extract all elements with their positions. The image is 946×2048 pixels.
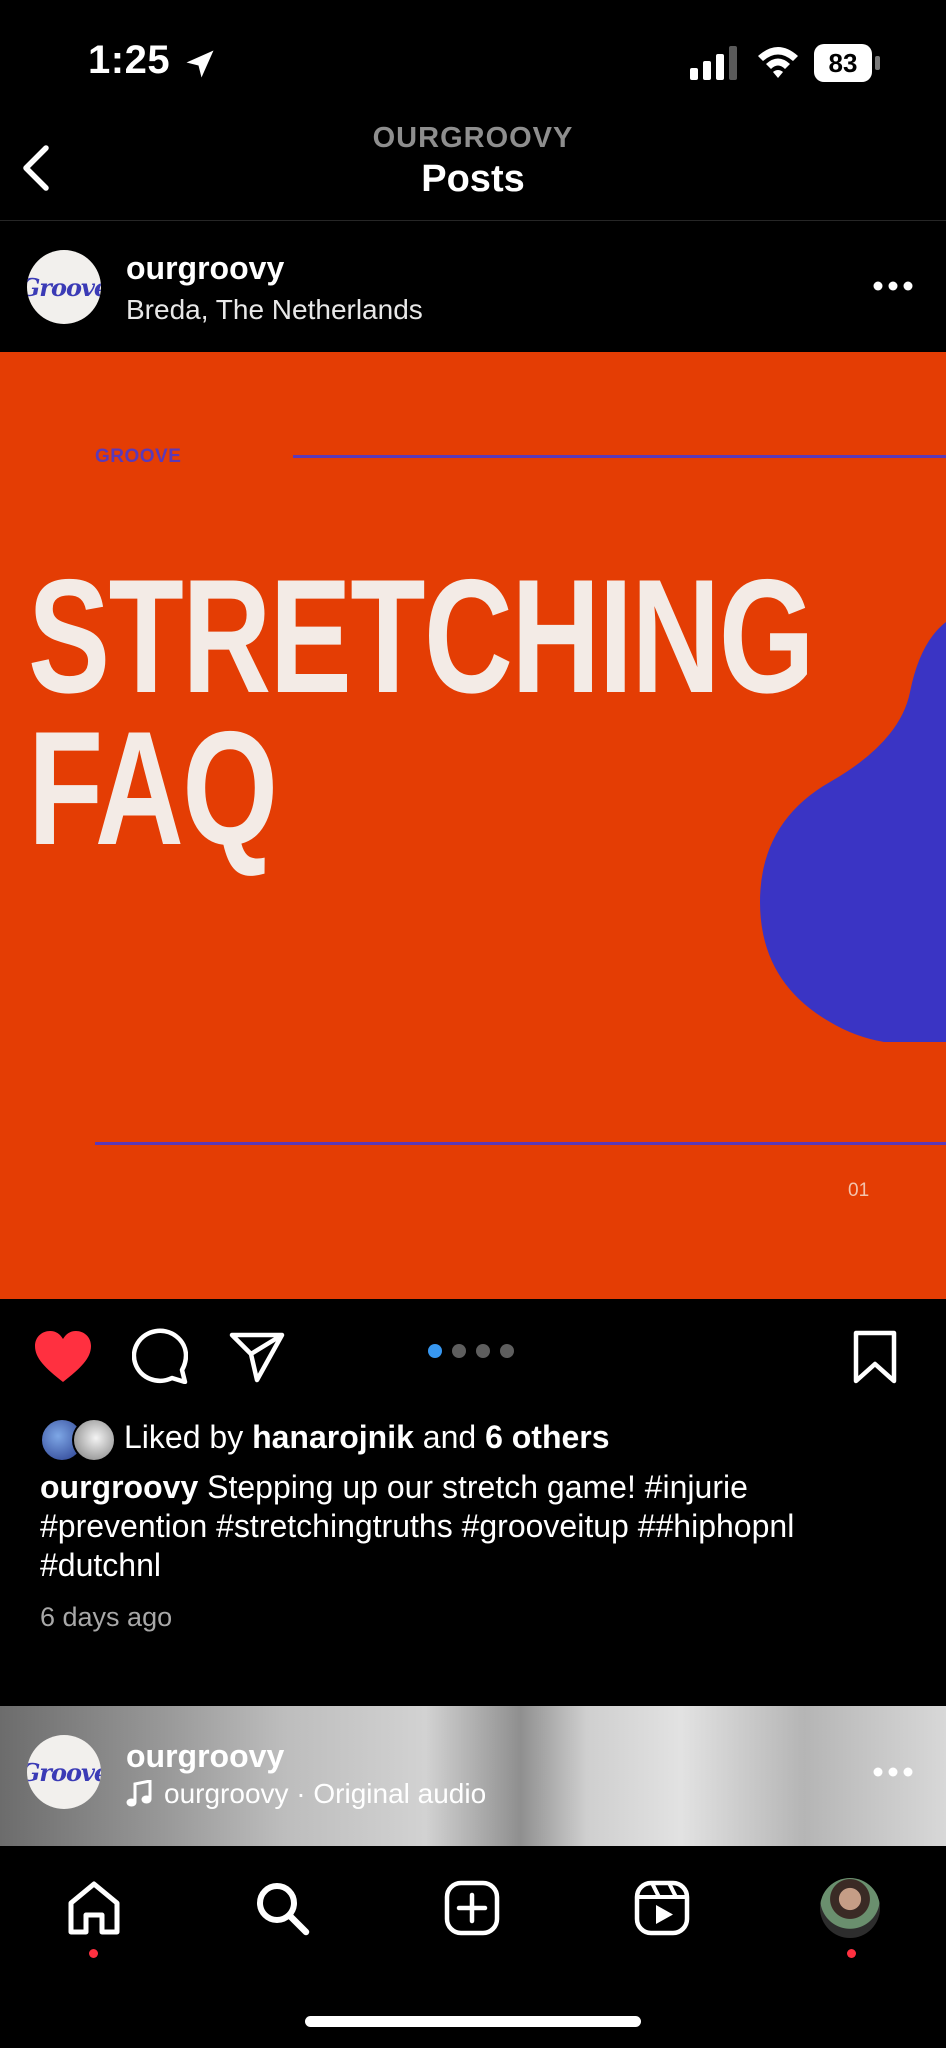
nav-profile[interactable] xyxy=(818,1876,882,1940)
post-avatar[interactable]: Groove xyxy=(27,250,101,324)
avatar-logo-text: Groove xyxy=(27,1757,101,1787)
nav-search[interactable] xyxy=(250,1876,314,1940)
next-post-avatar[interactable]: Groove xyxy=(27,1735,101,1809)
home-icon xyxy=(68,1881,120,1935)
comment-icon[interactable] xyxy=(132,1328,188,1384)
battery-level: 83 xyxy=(828,48,858,78)
likes-summary[interactable]: Liked by hanarojnik and 6 others xyxy=(124,1419,610,1456)
carousel-dot xyxy=(476,1344,490,1358)
search-icon xyxy=(257,1883,310,1936)
home-indicator-bar[interactable] xyxy=(305,2016,641,2027)
slide-title-line1: STRETCHING xyxy=(28,546,815,727)
header-divider xyxy=(0,220,946,221)
home-notification-dot xyxy=(89,1949,98,1958)
profile-avatar xyxy=(820,1878,880,1938)
nav-reels[interactable] xyxy=(630,1876,694,1940)
slide-brand-label: GROOVE xyxy=(95,446,182,467)
next-post-audio[interactable]: ourgroovy · Original audio xyxy=(126,1778,486,1810)
liker-avatars[interactable] xyxy=(40,1418,116,1462)
page-title: Posts xyxy=(421,158,525,200)
liker-avatar xyxy=(72,1418,116,1462)
liker-username[interactable]: hanarojnik xyxy=(252,1419,414,1455)
likes-prefix: Liked by xyxy=(124,1419,244,1455)
post-username[interactable]: ourgroovy xyxy=(126,250,284,287)
avatar-logo-text: Groove xyxy=(27,272,101,302)
post-timestamp: 6 days ago xyxy=(40,1602,173,1632)
location-arrow-icon xyxy=(186,50,214,78)
create-post-icon xyxy=(444,1880,500,1936)
caption-username[interactable]: ourgroovy xyxy=(40,1469,198,1505)
slide-blob-shape xyxy=(760,622,946,1042)
post-caption: ourgroovy Stepping up our stretch game! … xyxy=(40,1468,920,1585)
slide-divider-bottom xyxy=(95,1142,946,1145)
post-image[interactable]: GROOVE STRETCHING FAQ 01 xyxy=(0,352,946,1299)
header-account-name: OURGROOVY xyxy=(372,122,574,154)
more-options-icon[interactable] xyxy=(872,276,914,296)
likes-connector: and xyxy=(422,1419,477,1455)
profile-notification-dot xyxy=(847,1949,856,1958)
battery-indicator: 83 xyxy=(814,44,880,82)
next-post-username[interactable]: ourgroovy xyxy=(126,1738,284,1775)
more-options-icon[interactable] xyxy=(872,1762,914,1782)
cellular-signal-icon xyxy=(690,46,737,80)
slide-number: 01 xyxy=(848,1180,870,1201)
carousel-dot xyxy=(452,1344,466,1358)
post-location[interactable]: Breda, The Netherlands xyxy=(126,294,423,326)
slide-title-line2: FAQ xyxy=(28,698,278,879)
reels-icon xyxy=(634,1880,690,1936)
share-paper-plane-icon[interactable] xyxy=(228,1330,286,1384)
slide-divider-top xyxy=(293,455,946,458)
next-post-preview[interactable] xyxy=(0,1706,946,1846)
audio-label: ourgroovy · Original audio xyxy=(164,1778,487,1809)
nav-create[interactable] xyxy=(440,1876,504,1940)
carousel-dot-active xyxy=(428,1344,442,1358)
wifi-icon xyxy=(758,47,798,78)
likes-others[interactable]: 6 others xyxy=(485,1419,609,1455)
music-note-icon xyxy=(126,1780,152,1807)
nav-home[interactable] xyxy=(62,1876,126,1940)
status-time: 1:25 xyxy=(88,38,171,82)
heart-icon[interactable] xyxy=(33,1330,93,1384)
carousel-indicator xyxy=(428,1344,514,1358)
carousel-dot xyxy=(500,1344,514,1358)
bookmark-icon[interactable] xyxy=(852,1330,898,1384)
